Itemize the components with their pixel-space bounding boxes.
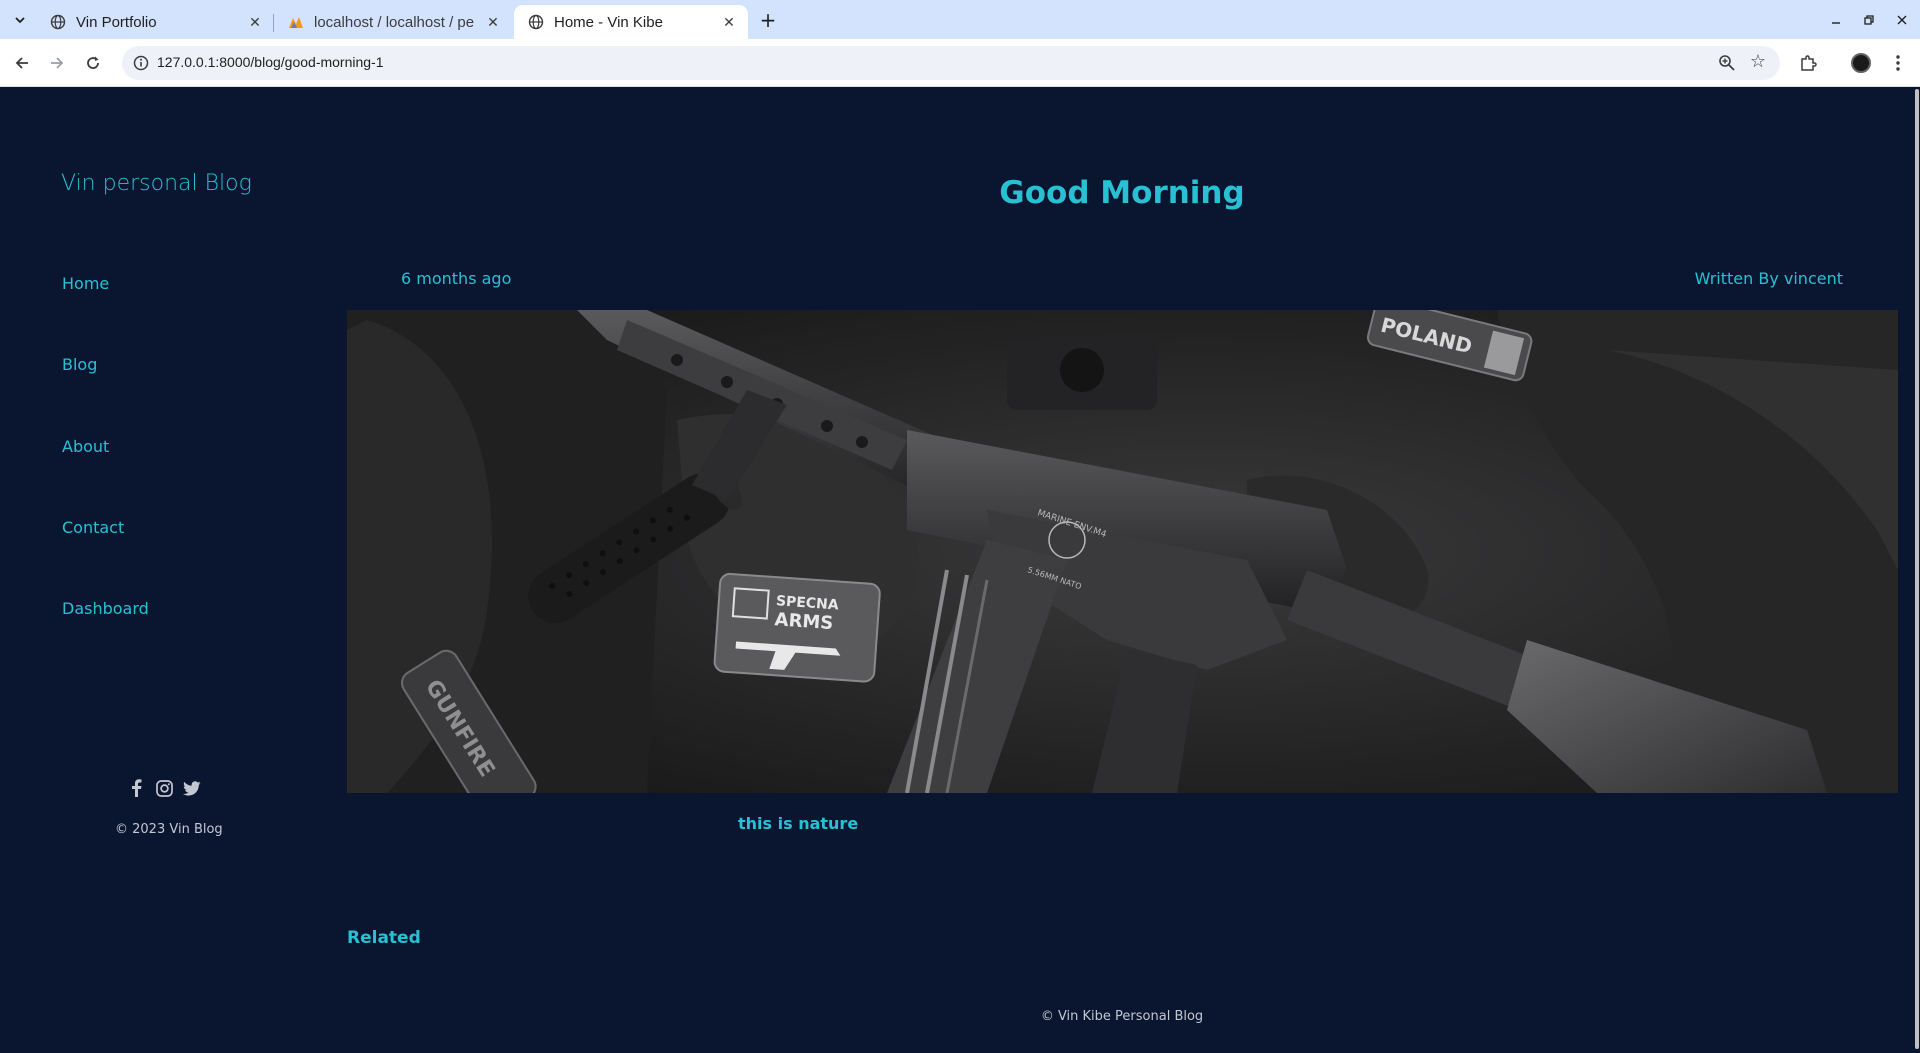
tab-phpmyadmin[interactable]: localhost / localhost / pe ✕ [274, 5, 512, 39]
restore-button[interactable] [1857, 8, 1881, 32]
post-title: Good Morning [999, 175, 1245, 211]
chevron-down-icon [15, 17, 25, 24]
avatar [1851, 53, 1871, 73]
globe-icon [528, 14, 544, 30]
arrow-left-icon [15, 57, 28, 69]
url-text[interactable]: 127.0.0.1:8000/blog/good-morning-1 [157, 54, 384, 70]
tab-title: Vin Portfolio [76, 13, 157, 31]
sidebar-item-dashboard[interactable]: Dashboard [62, 599, 149, 618]
tab-strip: Vin Portfolio ✕ localhost / localhost / … [0, 0, 1920, 39]
tab-vin-portfolio[interactable]: Vin Portfolio ✕ [36, 5, 274, 39]
close-icon[interactable]: ✕ [720, 13, 738, 31]
close-icon [1897, 15, 1907, 25]
restore-icon [1864, 15, 1874, 25]
reload-button[interactable] [80, 50, 106, 76]
new-tab-button[interactable]: + [756, 8, 780, 32]
tab-title: localhost / localhost / pe [314, 13, 475, 31]
puzzle-icon [1801, 55, 1817, 71]
kebab-menu-icon [1896, 55, 1900, 71]
twitter-icon[interactable] [182, 778, 202, 798]
site-title[interactable]: Vin personal Blog [61, 171, 252, 196]
post-date: 6 months ago [401, 269, 512, 288]
globe-icon [50, 14, 66, 30]
address-bar[interactable]: 127.0.0.1:8000/blog/good-morning-1 ☆ [122, 46, 1780, 80]
tab-title: Home - Vin Kibe [554, 13, 663, 31]
sidebar-item-contact[interactable]: Contact [62, 518, 124, 537]
sidebar-copyright: © 2023 Vin Blog [115, 822, 223, 837]
back-button[interactable] [9, 50, 35, 76]
site-info-icon[interactable] [132, 54, 150, 72]
phpmyadmin-icon [288, 14, 304, 30]
rifle-photo: MARINE ENV.M4 5.56MM NATO SPECNA ARMS PO… [347, 310, 1898, 793]
close-icon[interactable]: ✕ [484, 13, 502, 31]
close-window-button[interactable] [1890, 8, 1914, 32]
tab-home-vin-kibe[interactable]: Home - Vin Kibe ✕ [514, 5, 748, 39]
close-icon[interactable]: ✕ [246, 13, 264, 31]
facebook-icon[interactable] [126, 778, 146, 798]
related-heading: Related [347, 928, 421, 948]
sidebar-item-home[interactable]: Home [62, 274, 109, 293]
sidebar-item-about[interactable]: About [62, 437, 109, 456]
minimize-icon [1832, 22, 1840, 24]
arrow-right-icon [51, 57, 64, 69]
reload-icon [87, 56, 99, 69]
menu-button[interactable] [1885, 50, 1911, 76]
extensions-button[interactable] [1795, 50, 1821, 76]
page-content: Vin personal Blog Home Blog About Contac… [0, 87, 1914, 1053]
minimize-button[interactable] [1824, 8, 1848, 32]
post-body: this is nature [738, 814, 859, 833]
bookmark-star-icon[interactable]: ☆ [1748, 52, 1768, 72]
forward-button[interactable] [44, 50, 70, 76]
zoom-icon[interactable] [1718, 54, 1736, 72]
tab-search-button[interactable] [8, 8, 32, 32]
browser-toolbar: 127.0.0.1:8000/blog/good-morning-1 ☆ [0, 39, 1920, 87]
page-footer: © Vin Kibe Personal Blog [1040, 1009, 1204, 1024]
social-links [126, 778, 202, 798]
sidebar-item-blog[interactable]: Blog [62, 355, 97, 374]
profile-button[interactable] [1848, 50, 1874, 76]
patch-specna-line2: ARMS [774, 609, 834, 634]
post-hero-image: MARINE ENV.M4 5.56MM NATO SPECNA ARMS PO… [347, 310, 1898, 793]
page-scrollbar[interactable] [1914, 87, 1920, 1053]
scrollbar-thumb[interactable] [1915, 89, 1919, 1049]
instagram-icon[interactable] [154, 778, 174, 798]
post-author: Written By vincent [1694, 269, 1843, 288]
